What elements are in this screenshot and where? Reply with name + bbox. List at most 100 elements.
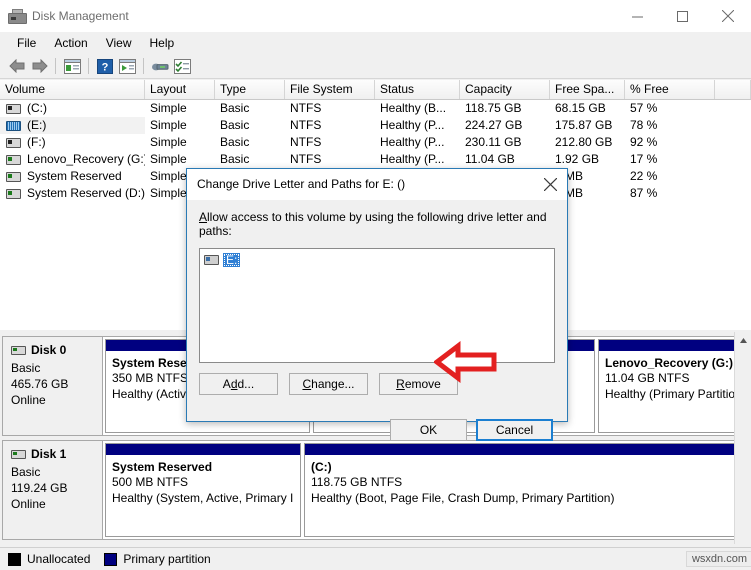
legend-item-unallocated: Unallocated [8,552,90,566]
cancel-button[interactable]: Cancel [476,419,553,441]
capacity-cell: 230.11 GB [465,135,522,149]
show-hide-console-tree-icon[interactable] [61,55,83,77]
partition-block[interactable]: Lenovo_Recovery (G:) 11.04 GB NTFS Healthy… [598,339,748,433]
disk-size: 119.24 GB [11,481,68,495]
drive-icon-dark [6,103,21,114]
disk-row: Disk 1 Basic 119.24 GB Online System Reserve… [2,440,751,540]
free-space-cell: 175.87 GB [555,118,613,132]
column-header-file-system[interactable]: File System [285,80,375,99]
free-space-cell: 68.15 GB [555,101,606,115]
menu-item-action[interactable]: Action [45,34,96,52]
menu-item-help[interactable]: Help [141,34,184,52]
dialog-title: Change Drive Letter and Paths for E: () [197,177,406,191]
column-header-free-space[interactable]: Free Spa... [550,80,625,99]
table-row[interactable]: (E:) Simple Basic NTFS Healthy (P... 224.27 G… [0,117,751,134]
file-system-cell: NTFS [290,152,322,166]
disk-size: 465.76 GB [11,377,69,391]
disk-state: Online [11,393,46,407]
file-system-cell: NTFS [290,135,322,149]
layout-cell: Simple [150,135,187,149]
layout-cell: Simple [150,118,187,132]
svg-text:?: ? [102,61,109,73]
remove-label-accel: R [396,377,405,391]
disk-title: Disk 1 [11,447,102,461]
partition-color-bar [106,444,300,455]
table-row[interactable]: Lenovo_Recovery (G:) Simple Basic NTFS Healt… [0,151,751,168]
column-header-type[interactable]: Type [215,80,285,99]
rescan-disks-icon[interactable] [149,55,171,77]
partition-name: Lenovo_Recovery (G:) [605,356,734,370]
volume-cell: System Reserved (D:) [0,185,145,202]
column-header-layout[interactable]: Layout [145,80,215,99]
maximize-button[interactable] [660,0,705,32]
free-space-cell: 1.92 GB [555,152,600,166]
table-row[interactable]: (C:) Simple Basic NTFS Healthy (B... 118.75 G… [0,100,751,117]
column-header-capacity[interactable]: Capacity [460,80,550,99]
column-header-status[interactable]: Status [375,80,460,99]
column-header-percent-free[interactable]: % Free [625,80,715,99]
partition-block[interactable]: (C:) 118.75 GB NTFS Healthy (Boot, Page Fi… [304,443,748,537]
partition-size: 11.04 GB NTFS [605,371,690,385]
legend-label-primary-partition: Primary partition [123,552,211,566]
toolbar: ? [0,54,751,79]
legend-label-unallocated: Unallocated [27,552,91,566]
percent-free-cell: 17 % [630,152,658,166]
partition-details: Lenovo_Recovery (G:) 11.04 GB NTFS Healthy… [599,351,747,432]
dialog-title-bar: Change Drive Letter and Paths for E: () [187,169,567,200]
close-button[interactable] [705,0,751,32]
column-header-volume[interactable]: Volume [0,80,145,99]
add-button[interactable]: Ad d... [199,373,278,395]
show-hide-action-pane-icon[interactable] [116,55,138,77]
percent-free-cell: 78 % [630,118,658,132]
back-icon[interactable] [6,55,28,77]
drive-icon-green [6,188,21,199]
scroll-up-icon[interactable] [735,332,751,348]
volume-label: (E:) [27,118,47,132]
toolbar-separator [88,58,89,74]
volume-label: (C:) [27,101,47,115]
drive-icon-green [6,171,21,182]
partition-status: Healthy (Primary Partitior [605,387,740,401]
disk-management-icon [8,8,27,24]
disk-info-panel[interactable]: Disk 0 Basic 465.76 GB Online [2,336,102,436]
ok-button[interactable]: OK [390,419,467,441]
status-cell: Healthy (P... [380,135,445,149]
file-system-cell: NTFS [290,118,322,132]
drive-paths-listbox[interactable]: E: [199,248,555,363]
partition-status: Healthy (System, Active, Primary I [112,491,294,505]
dialog-close-button[interactable] [533,169,567,199]
disk-icon [11,345,26,355]
help-icon[interactable]: ? [94,55,116,77]
column-header-spacer [715,80,751,99]
properties-icon[interactable] [171,55,193,77]
toolbar-separator [55,58,56,74]
type-cell: Basic [220,152,250,166]
window-controls [615,0,751,32]
disk-info-panel[interactable]: Disk 1 Basic 119.24 GB Online [2,440,102,540]
menu-item-view[interactable]: View [97,34,141,52]
table-row[interactable]: (F:) Simple Basic NTFS Healthy (P... 230.11 G… [0,134,751,151]
partition-block[interactable]: System Reserved 500 MB NTFS Healthy (Syste… [105,443,301,537]
percent-free-cell: 87 % [630,186,658,200]
add-label-accel: d [230,377,238,391]
volume-cell: System Reserved [0,168,145,185]
partition-details: System Reserved 500 MB NTFS Healthy (Syste… [106,455,300,536]
dialog-instruction-label: Allow access to this volume by using the… [199,210,555,238]
disk-title: Disk 0 [11,343,102,357]
volume-cell: (E:) [0,117,145,134]
list-item[interactable]: E: [204,253,241,267]
drive-icon [204,255,219,265]
window-title: Disk Management [32,9,129,23]
file-system-cell: NTFS [290,101,322,115]
menu-item-file[interactable]: File [8,34,45,52]
status-cell: Healthy (P... [380,152,445,166]
volume-list-header: Volume Layout Type File System Status Ca… [0,80,751,100]
minimize-button[interactable] [615,0,660,32]
title-bar: Disk Management [0,0,751,32]
disk-type: Basic [11,465,41,479]
forward-icon[interactable] [28,55,50,77]
change-button[interactable]: Change... [289,373,368,395]
capacity-cell: 224.27 GB [465,118,523,132]
partition-status: Healthy (Boot, Page File, Crash Dump, Pr… [311,491,615,505]
disk-pane-scrollbar[interactable] [734,332,751,544]
